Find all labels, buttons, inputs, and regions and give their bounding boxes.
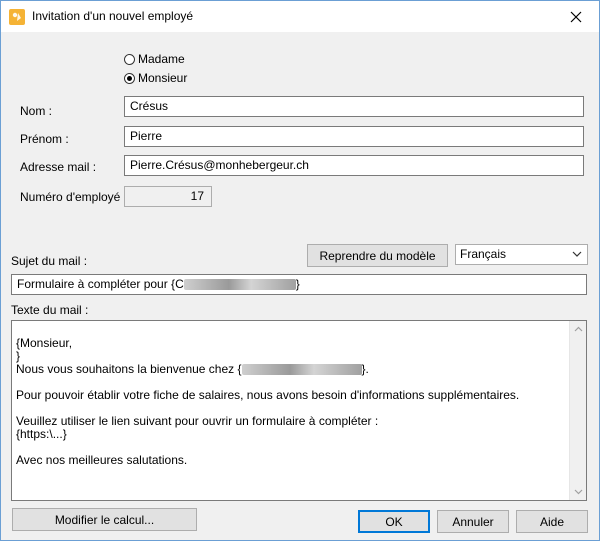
reset-template-button[interactable]: Reprendre du modèle: [307, 244, 448, 267]
body-line: {Monsieur,: [16, 336, 73, 350]
body-label: Texte du mail :: [11, 303, 89, 317]
body-line: Nous vous souhaitons la bienvenue chez {…: [16, 363, 566, 376]
cancel-button[interactable]: Annuler: [437, 510, 509, 533]
language-value: Français: [460, 247, 507, 261]
dialog-content: Madame Monsieur Nom : Crésus Prénom : Pi…: [1, 32, 599, 540]
radio-madame-circle: [124, 53, 135, 65]
nom-label: Nom :: [20, 104, 53, 118]
prenom-input[interactable]: Pierre: [124, 126, 584, 147]
body-line: Veuillez utiliser le lien suivant pour o…: [16, 414, 379, 428]
subject-suffix: }: [295, 277, 300, 291]
body-scrollbar[interactable]: [569, 321, 586, 500]
ok-button[interactable]: OK: [358, 510, 430, 533]
title-bar: Invitation d'un nouvel employé: [1, 1, 599, 32]
dialog-window: Invitation d'un nouvel employé Madame Mo…: [0, 0, 600, 541]
scroll-up-icon[interactable]: [574, 326, 583, 332]
app-icon: [9, 9, 25, 25]
nom-input[interactable]: Crésus: [124, 96, 584, 117]
body-redacted: [241, 364, 362, 376]
body-line-suffix: }.: [361, 362, 369, 376]
window-title: Invitation d'un nouvel employé: [32, 9, 194, 23]
radio-madame-label: Madame: [138, 52, 185, 66]
subject-label: Sujet du mail :: [11, 254, 88, 268]
numero-field: 17: [124, 186, 212, 207]
body-textarea[interactable]: {Monsieur,} Nous vous souhaitons la bienv…: [11, 320, 587, 501]
chevron-down-icon: [572, 251, 582, 257]
radio-monsieur-circle: [124, 72, 135, 84]
body-line: Avec nos meilleures salutations.: [16, 453, 188, 467]
close-icon: [570, 11, 582, 22]
radio-monsieur[interactable]: Monsieur: [124, 71, 187, 85]
body-line: Pour pouvoir établir votre fiche de sala…: [16, 388, 520, 402]
close-button[interactable]: [553, 1, 599, 32]
scroll-down-icon[interactable]: [574, 489, 583, 495]
email-input[interactable]: Pierre.Crésus@monhebergeur.ch: [124, 155, 584, 176]
help-button[interactable]: Aide: [516, 510, 588, 533]
radio-madame[interactable]: Madame: [124, 52, 185, 66]
language-select[interactable]: Français: [455, 244, 588, 265]
radio-monsieur-label: Monsieur: [138, 71, 188, 85]
body-line: {https:\...}: [16, 427, 67, 441]
numero-label: Numéro d'employé :: [20, 190, 128, 204]
subject-input[interactable]: Formulaire à compléter pour {C}: [11, 274, 587, 295]
subject-prefix: Formulaire à compléter pour {C: [17, 277, 184, 291]
body-line-prefix: Nous vous souhaitons la bienvenue chez {: [16, 362, 242, 376]
body-text: {Monsieur,} Nous vous souhaitons la bienv…: [16, 324, 566, 493]
subject-redacted: [183, 279, 296, 291]
modify-calculation-button[interactable]: Modifier le calcul...: [12, 508, 197, 531]
email-label: Adresse mail :: [20, 160, 97, 174]
prenom-label: Prénom :: [20, 132, 69, 146]
